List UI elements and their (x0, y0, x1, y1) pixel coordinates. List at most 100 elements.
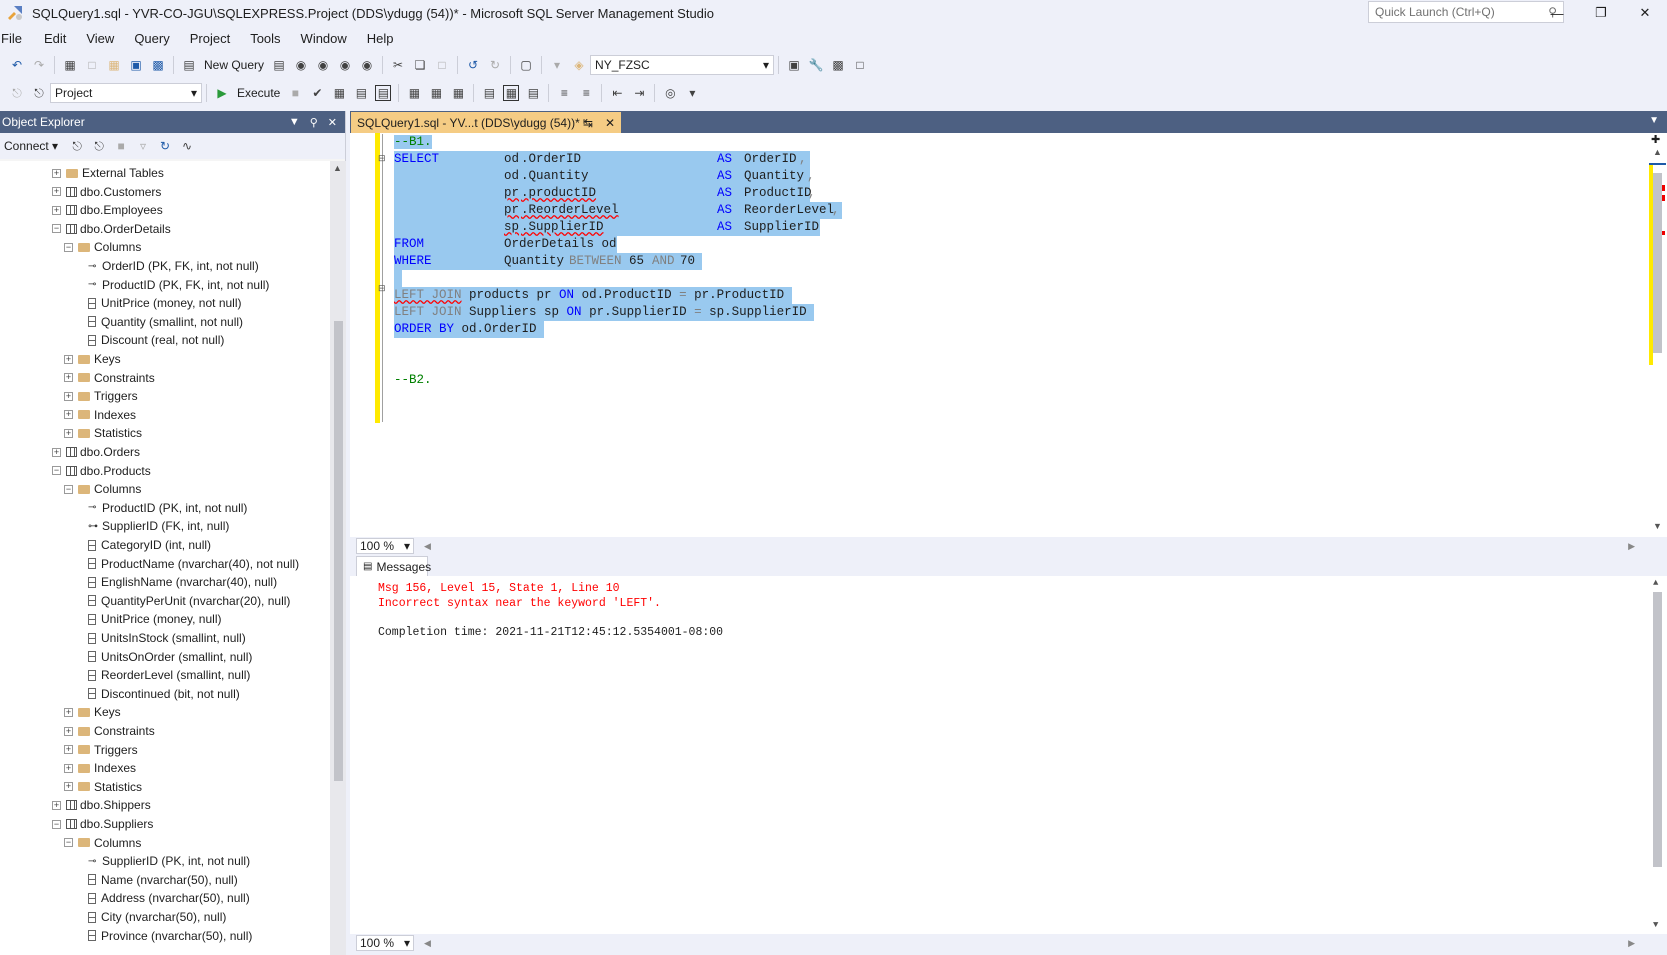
messages-scroll-thumb[interactable] (1653, 592, 1662, 867)
menu-edit[interactable]: Edit (44, 31, 76, 46)
tree-item[interactable]: + Statistics (64, 778, 142, 796)
expand-icon[interactable]: + (64, 726, 73, 736)
minimize-button[interactable]: — (1535, 0, 1579, 26)
menu-help[interactable]: Help (367, 31, 404, 46)
tree-item[interactable]: ⊶ SupplierID (FK, int, null) (88, 517, 229, 535)
tree-item[interactable]: + dbo.Orders (52, 443, 140, 461)
tree-item[interactable]: UnitPrice (money, null) (88, 610, 221, 628)
connect-icon[interactable]: ⎋ (9, 85, 25, 101)
decrease-indent-icon[interactable]: ⇤ (609, 85, 625, 101)
collapse-icon[interactable]: − (64, 484, 73, 494)
estimated-plan-icon[interactable]: ▦ (331, 85, 347, 101)
new-query-button[interactable]: New Query (204, 58, 264, 72)
tree-item[interactable]: Address (nvarchar(50), null) (88, 889, 250, 907)
tree-item[interactable]: Name (nvarchar(50), null) (88, 871, 238, 889)
expand-icon[interactable]: + (52, 205, 61, 215)
properties-icon[interactable]: 🔧 (808, 57, 824, 73)
tree-item[interactable]: EnglishName (nvarchar(40), null) (88, 573, 277, 591)
tree-item[interactable]: CategoryID (int, null) (88, 536, 211, 554)
output-window-icon[interactable]: □ (852, 57, 868, 73)
editor-scrollbar[interactable]: ✚ ▲ ▼ (1648, 133, 1667, 537)
scroll-down-icon[interactable]: ▼ (1653, 920, 1658, 930)
tree-item[interactable]: ProductName (nvarchar(40), not null) (88, 555, 299, 573)
scroll-up-icon[interactable]: ▲ (1653, 578, 1658, 588)
tree-item[interactable]: UnitPrice (money, not null) (88, 294, 242, 312)
expand-icon[interactable]: + (64, 763, 73, 773)
tree-item[interactable]: City (nvarchar(50), null) (88, 908, 226, 926)
tree-item[interactable]: + Keys (64, 703, 121, 721)
tree-item[interactable]: − dbo.OrderDetails (52, 220, 171, 238)
dax-query-icon[interactable]: ◉ (359, 57, 375, 73)
expand-icon[interactable]: + (64, 428, 73, 438)
expand-icon[interactable]: + (52, 168, 61, 178)
expand-icon[interactable]: + (64, 782, 73, 792)
query-editor[interactable]: ⊟ ⊟ --B1. SELECT od .OrderID AS OrderID, od.… (350, 133, 1667, 537)
collapse-icon[interactable]: − (52, 466, 61, 476)
tree-item[interactable]: UnitsInStock (smallint, null) (88, 629, 246, 647)
tree-item[interactable]: + Triggers (64, 387, 138, 405)
tree-item[interactable]: + Indexes (64, 406, 136, 424)
tree-item[interactable]: ⊸ ProductID (PK, FK, int, not null) (88, 276, 269, 294)
results-to-file2-icon[interactable]: ▤ (525, 85, 541, 101)
tree-item[interactable]: + dbo.Customers (52, 183, 161, 201)
back-icon[interactable]: ↶ (9, 57, 25, 73)
tree-item[interactable]: − Columns (64, 480, 141, 498)
tree-item[interactable]: Province (nvarchar(50), null) (88, 927, 252, 945)
tree-item[interactable]: + Indexes (64, 759, 136, 777)
uncomment-icon[interactable]: ≡ (578, 85, 594, 101)
menu-window[interactable]: Window (301, 31, 357, 46)
scroll-right-icon[interactable]: ▶ (1628, 541, 1635, 552)
tree-item[interactable]: − Columns (64, 238, 141, 256)
expand-icon[interactable]: + (64, 410, 73, 420)
messages-pane[interactable]: Msg 156, Level 15, State 1, Line 10 Inco… (350, 576, 1667, 934)
tree-item[interactable]: − dbo.Products (52, 462, 151, 480)
results-to-file-icon[interactable]: ▤ (375, 85, 392, 101)
scroll-down-icon[interactable]: ▼ (1653, 521, 1662, 531)
execute-button[interactable]: Execute (237, 86, 280, 100)
filter-icon[interactable]: ▿ (135, 138, 151, 154)
collapse-select-icon[interactable]: ⊟ (378, 153, 386, 164)
tree-item[interactable]: UnitsOnOrder (smallint, null) (88, 648, 252, 666)
menu-file[interactable]: File (0, 31, 32, 46)
expand-icon[interactable]: + (64, 373, 73, 383)
mdx-query-icon[interactable]: ◉ (293, 57, 309, 73)
save-all-icon[interactable]: ▩ (150, 57, 166, 73)
tree-item[interactable]: + External Tables (52, 164, 164, 182)
tree-item[interactable]: + Constraints (64, 722, 155, 740)
expand-icon[interactable]: + (64, 745, 73, 755)
xmla-query-icon[interactable]: ◉ (337, 57, 353, 73)
expand-icon[interactable]: + (64, 707, 73, 717)
pin-icon[interactable]: ⚲ (310, 116, 318, 129)
live-stats-icon[interactable]: ▦ (428, 85, 444, 101)
collapse-join-icon[interactable]: ⊟ (378, 283, 386, 294)
panel-dropdown-icon[interactable]: ▼ (289, 116, 300, 129)
menu-project[interactable]: Project (190, 31, 240, 46)
activity-icon[interactable]: ∿ (179, 138, 195, 154)
tree-item[interactable]: − dbo.Suppliers (52, 815, 153, 833)
database-combo[interactable]: Project ▾ (50, 83, 202, 103)
undo-icon[interactable]: ↺ (465, 57, 481, 73)
tree-item[interactable]: QuantityPerUnit (nvarchar(20), null) (88, 592, 290, 610)
new-project-icon[interactable]: ▦ (62, 57, 78, 73)
tree-item[interactable]: + dbo.Shippers (52, 796, 151, 814)
tab-sqlquery1[interactable]: SQLQuery1.sql - YV...t (DDS\ydugg (54))*… (351, 112, 621, 133)
editor-zoom-combo[interactable]: 100 % ▾ (356, 538, 414, 554)
stop-icon[interactable]: ■ (287, 85, 303, 101)
paste-icon[interactable]: □ (434, 57, 450, 73)
connection-combo[interactable]: NY_FZSC ▾ (590, 55, 775, 75)
tree-item[interactable]: + dbo.Employees (52, 201, 163, 219)
tree-item[interactable]: ⊸ ProductID (PK, int, not null) (88, 499, 247, 517)
collapse-icon[interactable]: − (52, 819, 61, 829)
messages-zoom-combo[interactable]: 100 % ▾ (356, 935, 414, 951)
tree-item[interactable]: + Keys (64, 350, 121, 368)
toolbar-options-icon[interactable]: ▾ (684, 85, 700, 101)
expand-icon[interactable]: + (64, 354, 73, 364)
connection-icon[interactable]: ◈ (571, 57, 587, 73)
activity-monitor-icon[interactable]: ▢ (518, 57, 534, 73)
pin-icon[interactable]: ↹ (583, 116, 593, 130)
collapse-icon[interactable]: − (64, 242, 73, 252)
solution-explorer-icon[interactable]: ▣ (786, 57, 802, 73)
connect-plug-icon[interactable]: ⎋ (69, 138, 85, 154)
tab-messages[interactable]: ▤ Messages (356, 556, 431, 576)
change-connection-icon[interactable]: ⎋ (31, 85, 47, 101)
